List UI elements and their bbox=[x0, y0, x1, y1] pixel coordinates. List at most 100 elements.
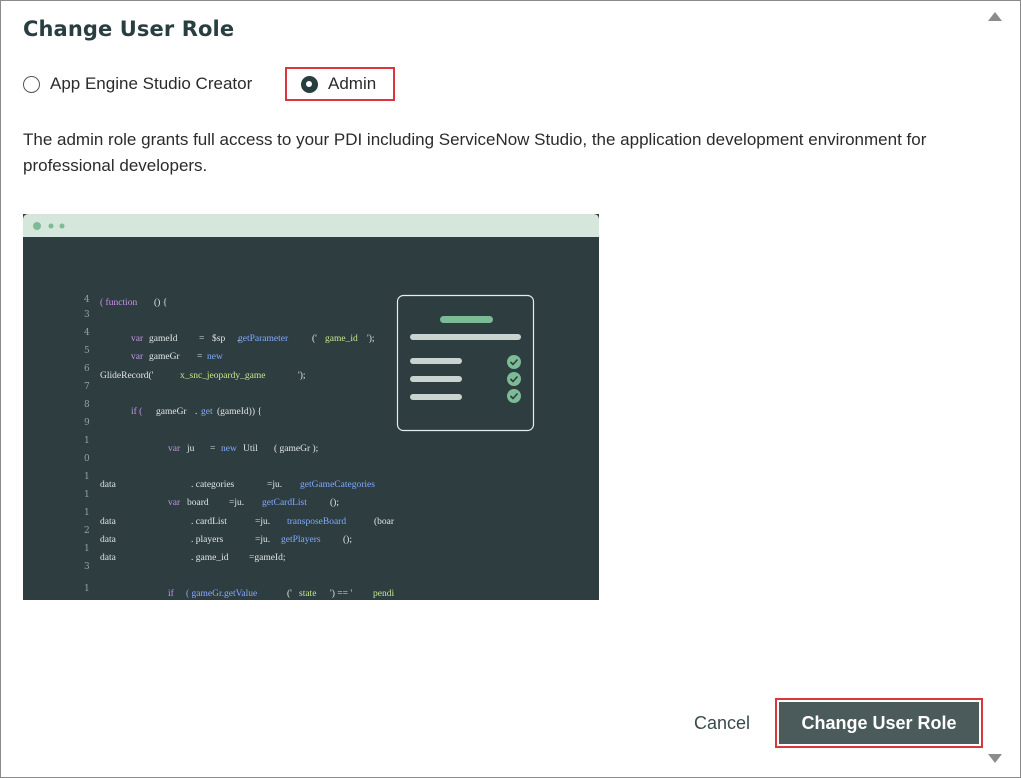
code-token: gameGr bbox=[156, 407, 187, 417]
line-number: 2 bbox=[84, 526, 90, 536]
code-token: (); bbox=[343, 534, 352, 545]
triangle-up-icon[interactable] bbox=[987, 10, 1003, 22]
code-token: var bbox=[131, 334, 144, 344]
change-user-role-button[interactable]: Change User Role bbox=[779, 702, 979, 744]
line-number: 4 bbox=[84, 328, 90, 338]
role-option-admin[interactable]: Admin bbox=[285, 67, 395, 101]
code-token: getPlayers bbox=[281, 535, 321, 545]
code-token: ') == ' bbox=[330, 588, 352, 599]
code-token: =ju. bbox=[255, 535, 270, 545]
code-line: ( function () { bbox=[100, 297, 167, 308]
role-description: The admin role grants full access to you… bbox=[23, 130, 927, 175]
code-token: data bbox=[100, 480, 117, 490]
code-token: ( gameGr.getValue bbox=[186, 588, 257, 599]
code-token: () { bbox=[154, 297, 167, 308]
code-token: ( function bbox=[100, 297, 137, 308]
code-token: data bbox=[100, 517, 117, 527]
role-radio-group: App Engine Studio Creator Admin bbox=[23, 67, 403, 101]
role-option-app-engine-studio-creator[interactable]: App Engine Studio Creator bbox=[23, 67, 252, 101]
code-token: = bbox=[210, 444, 215, 454]
code-editor-illustration: 43456789101112131 ( function() {var gameI… bbox=[23, 214, 599, 600]
submit-button-highlight: Change User Role bbox=[775, 698, 983, 748]
line-number: 3 bbox=[84, 562, 90, 572]
line-number: 6 bbox=[84, 364, 90, 374]
code-token: GlideRecord(' bbox=[100, 370, 154, 381]
line-number: 1 bbox=[84, 508, 90, 518]
code-token: getParameter bbox=[238, 334, 289, 344]
line-number: 5 bbox=[84, 346, 90, 356]
code-token: $sp bbox=[212, 333, 225, 344]
window-dot-icon bbox=[33, 222, 41, 230]
dialog-title: Change User Role bbox=[23, 17, 235, 41]
code-token: . categories bbox=[191, 480, 235, 490]
code-line: var ju = new Util ( gameGr ); bbox=[168, 443, 318, 454]
code-token: getGameCategories bbox=[300, 480, 375, 490]
editor-titlebar bbox=[23, 214, 599, 237]
code-token: game_id bbox=[325, 334, 358, 344]
code-token: =ju. bbox=[267, 480, 282, 490]
code-token: (' bbox=[287, 588, 292, 599]
line-number: 3 bbox=[84, 310, 90, 320]
line-number: 1 bbox=[84, 584, 90, 594]
code-token: new bbox=[221, 444, 237, 454]
window-dot-icon bbox=[59, 223, 65, 229]
radio-checked-icon[interactable] bbox=[301, 75, 318, 93]
line-number: 1 bbox=[84, 472, 90, 482]
code-token: ( gameGr ); bbox=[274, 443, 318, 454]
line-number: 1 bbox=[84, 490, 90, 500]
code-token: board bbox=[187, 498, 209, 508]
code-token: gameId bbox=[149, 334, 178, 344]
line-number: 0 bbox=[84, 454, 90, 464]
code-token: '); bbox=[298, 370, 306, 381]
code-token: get bbox=[201, 407, 213, 417]
code-token: new bbox=[207, 352, 223, 362]
radio-unchecked-icon[interactable] bbox=[23, 75, 40, 93]
code-token: pendi bbox=[373, 589, 394, 599]
line-number: 4 bbox=[84, 295, 90, 305]
line-number: 1 bbox=[84, 436, 90, 446]
code-token: = bbox=[199, 334, 204, 344]
window-dot-icon bbox=[48, 223, 54, 229]
code-token: =ju. bbox=[229, 498, 244, 508]
code-token: state bbox=[299, 589, 316, 599]
code-token: . cardList bbox=[191, 517, 227, 527]
role-option-label: App Engine Studio Creator bbox=[50, 74, 253, 93]
code-token: ju bbox=[186, 444, 195, 454]
code-token: x_snc_jeopardy_game bbox=[180, 371, 265, 381]
code-token: =ju. bbox=[255, 517, 270, 527]
code-token: var bbox=[168, 444, 181, 454]
code-token: Util bbox=[243, 444, 258, 454]
code-token: var bbox=[168, 498, 181, 508]
code-token: if bbox=[168, 588, 175, 599]
code-token: transposeBoard bbox=[287, 517, 346, 527]
check-circle-icon bbox=[507, 355, 521, 369]
code-line: var gameId = $sp .getParameter (' game_id '); bbox=[131, 333, 375, 344]
line-number: 9 bbox=[84, 418, 90, 428]
role-option-label: Admin bbox=[328, 74, 377, 93]
line-number: 8 bbox=[84, 400, 90, 410]
code-token: getCardList bbox=[262, 498, 307, 508]
line-number: 1 bbox=[84, 544, 90, 554]
code-token: gameGr bbox=[149, 352, 180, 362]
code-token: . game_id bbox=[191, 553, 229, 563]
code-token: data bbox=[100, 553, 117, 563]
code-token: (boar bbox=[374, 516, 395, 527]
checklist-card bbox=[396, 294, 535, 432]
code-token: =gameId; bbox=[249, 553, 285, 563]
code-token: data bbox=[100, 535, 117, 545]
check-circle-icon bbox=[507, 372, 521, 386]
code-token: (); bbox=[330, 497, 339, 508]
code-token: '); bbox=[367, 333, 375, 344]
change-user-role-dialog: Change User Role App Engine Studio Creat… bbox=[0, 0, 1021, 778]
code-token: (' bbox=[312, 333, 317, 344]
code-token: var bbox=[131, 352, 144, 362]
check-circle-icon bbox=[507, 389, 521, 403]
code-token: if ( bbox=[131, 406, 142, 417]
code-token: = bbox=[197, 352, 202, 362]
code-token: . players bbox=[191, 535, 223, 545]
code-token: (gameId)) { bbox=[217, 406, 262, 417]
code-token: . bbox=[195, 407, 197, 417]
cancel-button[interactable]: Cancel bbox=[677, 703, 767, 743]
triangle-down-icon[interactable] bbox=[987, 753, 1003, 765]
line-number: 7 bbox=[84, 382, 90, 392]
